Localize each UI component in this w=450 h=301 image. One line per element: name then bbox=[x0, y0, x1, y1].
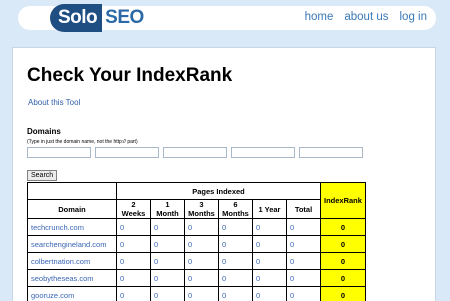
domains-label: Domains bbox=[27, 127, 61, 136]
page-title: Check Your IndexRank bbox=[27, 65, 232, 87]
value-cell: 0 bbox=[253, 219, 287, 236]
value-cell: 0 bbox=[253, 287, 287, 301]
domain-link[interactable]: searchengineland.com bbox=[28, 236, 117, 253]
domains-hint: (Type in just the domain name, not the h… bbox=[27, 139, 138, 145]
domain-link[interactable]: techcrunch.com bbox=[28, 219, 117, 236]
domain-input-2[interactable] bbox=[95, 147, 159, 158]
nav-log-in-link[interactable]: log in bbox=[400, 11, 428, 23]
value-cell: 0 bbox=[185, 236, 219, 253]
table-row: gooruze.com 0 0 0 0 0 0 0 bbox=[28, 287, 366, 301]
value-cell: 0 bbox=[219, 236, 253, 253]
main-nav: home about us log in bbox=[305, 11, 427, 23]
value-cell: 0 bbox=[117, 270, 151, 287]
domain-header: Domain bbox=[28, 200, 117, 219]
indexrank-cell: 0 bbox=[321, 236, 366, 253]
soloseo-logo[interactable]: Solo SEO bbox=[50, 3, 144, 33]
domain-input-3[interactable] bbox=[163, 147, 227, 158]
table-row: searchengineland.com 0 0 0 0 0 0 0 bbox=[28, 236, 366, 253]
value-cell: 0 bbox=[287, 270, 321, 287]
domain-link[interactable]: colbertnation.com bbox=[28, 253, 117, 270]
indexrank-cell: 0 bbox=[321, 287, 366, 301]
content-panel: Check Your IndexRank About this Tool Dom… bbox=[12, 47, 436, 301]
value-cell: 0 bbox=[117, 219, 151, 236]
value-cell: 0 bbox=[253, 236, 287, 253]
value-cell: 0 bbox=[151, 236, 185, 253]
period-header-6-months: 6 Months bbox=[219, 200, 253, 219]
value-cell: 0 bbox=[151, 219, 185, 236]
domain-input-5[interactable] bbox=[299, 147, 363, 158]
search-button[interactable]: Search bbox=[27, 170, 57, 181]
value-cell: 0 bbox=[117, 236, 151, 253]
value-cell: 0 bbox=[117, 253, 151, 270]
table-row: seobytheseas.com 0 0 0 0 0 0 0 bbox=[28, 270, 366, 287]
value-cell: 0 bbox=[219, 287, 253, 301]
value-cell: 0 bbox=[253, 253, 287, 270]
value-cell: 0 bbox=[219, 253, 253, 270]
value-cell: 0 bbox=[287, 287, 321, 301]
domain-input-1[interactable] bbox=[27, 147, 91, 158]
value-cell: 0 bbox=[287, 219, 321, 236]
value-cell: 0 bbox=[185, 219, 219, 236]
period-header-1-year: 1 Year bbox=[253, 200, 287, 219]
nav-about-us-link[interactable]: about us bbox=[344, 11, 388, 23]
nav-home-link[interactable]: home bbox=[305, 11, 334, 23]
value-cell: 0 bbox=[219, 219, 253, 236]
logo-seo-text: SEO bbox=[102, 7, 144, 29]
pages-indexed-header: Pages Indexed bbox=[117, 183, 321, 200]
value-cell: 0 bbox=[185, 253, 219, 270]
value-cell: 0 bbox=[185, 270, 219, 287]
domain-link[interactable]: gooruze.com bbox=[28, 287, 117, 301]
domain-link[interactable]: seobytheseas.com bbox=[28, 270, 117, 287]
results-table: Pages Indexed IndexRank Domain 2 Weeks 1… bbox=[27, 182, 366, 301]
logo-solo-text: Solo bbox=[50, 4, 102, 32]
table-header-row-2: Domain 2 Weeks 1 Month 3 Months 6 Months… bbox=[28, 200, 366, 219]
period-header-3-months: 3 Months bbox=[185, 200, 219, 219]
indexrank-cell: 0 bbox=[321, 253, 366, 270]
period-header-total: Total bbox=[287, 200, 321, 219]
indexrank-cell: 0 bbox=[321, 270, 366, 287]
indexrank-header: IndexRank bbox=[321, 183, 366, 219]
value-cell: 0 bbox=[287, 236, 321, 253]
value-cell: 0 bbox=[287, 253, 321, 270]
table-row: techcrunch.com 0 0 0 0 0 0 0 bbox=[28, 219, 366, 236]
value-cell: 0 bbox=[219, 270, 253, 287]
value-cell: 0 bbox=[151, 287, 185, 301]
value-cell: 0 bbox=[185, 287, 219, 301]
indexrank-cell: 0 bbox=[321, 219, 366, 236]
period-header-1-month: 1 Month bbox=[151, 200, 185, 219]
value-cell: 0 bbox=[117, 287, 151, 301]
table-header-row-1: Pages Indexed IndexRank bbox=[28, 183, 366, 200]
value-cell: 0 bbox=[253, 270, 287, 287]
header-blank bbox=[28, 183, 117, 200]
about-tool-link[interactable]: About this Tool bbox=[28, 98, 80, 107]
period-header-2-weeks: 2 Weeks bbox=[117, 200, 151, 219]
table-row: colbertnation.com 0 0 0 0 0 0 0 bbox=[28, 253, 366, 270]
value-cell: 0 bbox=[151, 270, 185, 287]
domain-inputs bbox=[27, 147, 363, 158]
domain-input-4[interactable] bbox=[231, 147, 295, 158]
value-cell: 0 bbox=[151, 253, 185, 270]
